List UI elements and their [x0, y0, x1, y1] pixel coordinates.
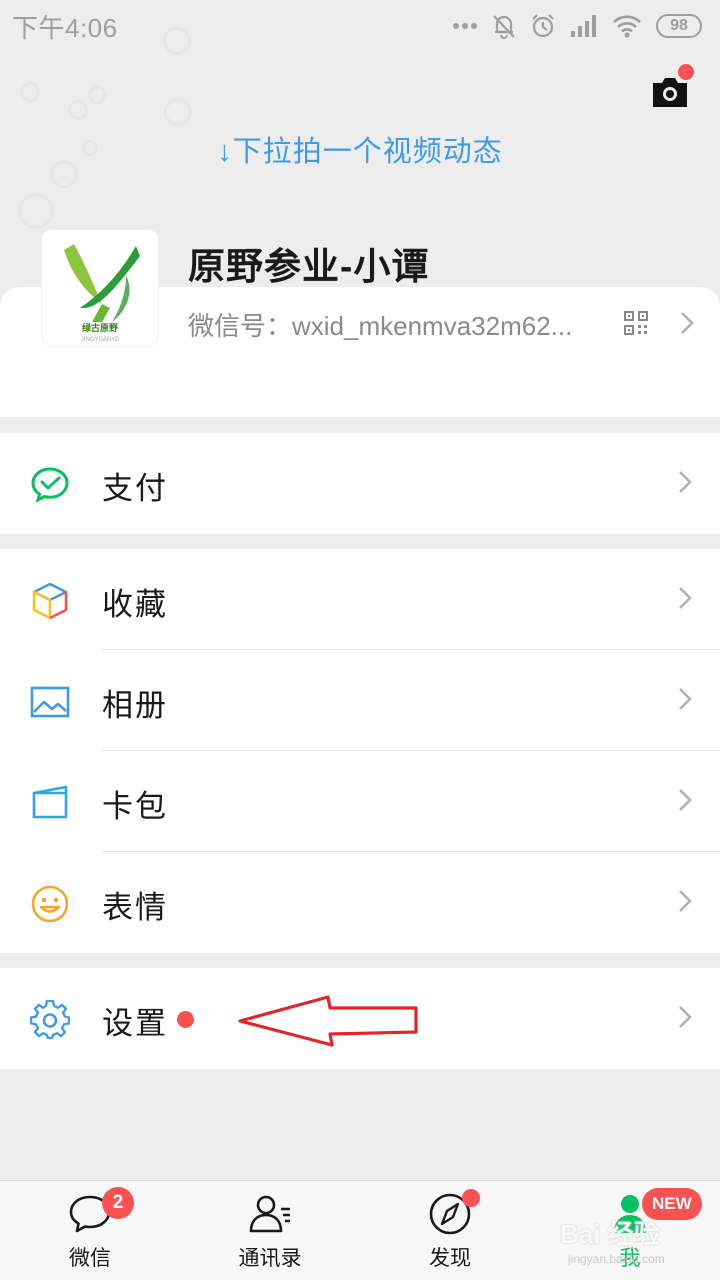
profile-nickname: 原野参业-小谭 [188, 246, 430, 287]
bubble-decoration [164, 98, 192, 126]
gear-icon [30, 1000, 70, 1040]
chevron-right-icon [679, 890, 692, 912]
tab-contacts[interactable]: 通讯录 [180, 1181, 360, 1280]
menu-item-album[interactable]: 相册 [0, 650, 720, 751]
alarm-icon [532, 14, 554, 38]
bubble-decoration [163, 27, 191, 55]
tab-label: 通讯录 [238, 1247, 302, 1270]
tab-label: 发现 [429, 1247, 471, 1270]
menu-item-card-pack[interactable]: 卡包 [0, 751, 720, 852]
avatar[interactable]: 绿古原野 JINGYUANYE [42, 230, 158, 346]
status-time: 下午4:06 [12, 12, 118, 43]
pull-down-video-hint[interactable]: ↓下拉拍一个视频动态 [0, 128, 720, 170]
bubble-decoration [20, 82, 40, 102]
status-icons: 98 [452, 13, 702, 39]
status-bar: 下午4:06 98 [0, 0, 720, 52]
more-dots-icon [453, 23, 477, 29]
wechat-id: 微信号：wxid_mkenmva32m62... [188, 311, 573, 341]
camera-notification-dot [678, 64, 694, 80]
tab-discover[interactable]: 发现 [360, 1181, 540, 1280]
qr-code-icon[interactable] [624, 311, 648, 335]
chevron-right-icon [679, 688, 692, 710]
annotation-arrow-icon [238, 995, 418, 1047]
chevron-right-icon [679, 789, 692, 811]
menu-group-pay: 支付 [0, 433, 720, 534]
chevron-right-icon [679, 471, 692, 493]
discover-notification-dot [462, 1189, 480, 1207]
menu-item-label: 相册 [102, 688, 168, 723]
chevron-right-icon [679, 1006, 692, 1028]
smiley-icon [31, 885, 69, 923]
contacts-icon [249, 1195, 290, 1233]
chevron-right-icon[interactable] [680, 311, 694, 335]
bubble-decoration [88, 86, 106, 104]
cube-icon [32, 582, 68, 620]
card-pack-icon [32, 785, 68, 819]
signal-icon [571, 15, 596, 37]
menu-item-stickers[interactable]: 表情 [0, 852, 720, 953]
chevron-right-icon [679, 587, 692, 609]
menu-item-label: 设置 [102, 1006, 168, 1041]
tab-chats[interactable]: 微信 2 [0, 1181, 180, 1280]
bubble-decoration [68, 100, 88, 120]
image-icon [30, 686, 70, 718]
avatar-caption: 绿古原野 [81, 323, 118, 333]
bell-off-icon [493, 15, 515, 39]
avatar-caption-small: JINGYUANYE [80, 337, 120, 343]
menu-item-label: 表情 [102, 890, 168, 925]
tab-label: 微信 [69, 1247, 111, 1270]
menu-item-label: 支付 [102, 471, 168, 506]
baidu-watermark-url: jingyan.baidu.com [568, 1252, 665, 1266]
settings-notification-dot [177, 1011, 194, 1028]
unread-badge: 2 [102, 1187, 134, 1219]
wifi-icon [613, 15, 641, 38]
baidu-watermark: Bai 经验 [560, 1219, 660, 1249]
menu-item-pay[interactable]: 支付 [0, 433, 720, 534]
menu-item-favorites[interactable]: 收藏 [0, 549, 720, 650]
bubble-decoration [18, 193, 54, 229]
wechat-pay-icon [31, 467, 69, 503]
menu-group-collections: 收藏 相册 卡包 表情 [0, 549, 720, 953]
menu-item-label: 收藏 [102, 587, 168, 622]
menu-item-label: 卡包 [102, 789, 168, 824]
battery-icon: 98 [656, 14, 702, 38]
